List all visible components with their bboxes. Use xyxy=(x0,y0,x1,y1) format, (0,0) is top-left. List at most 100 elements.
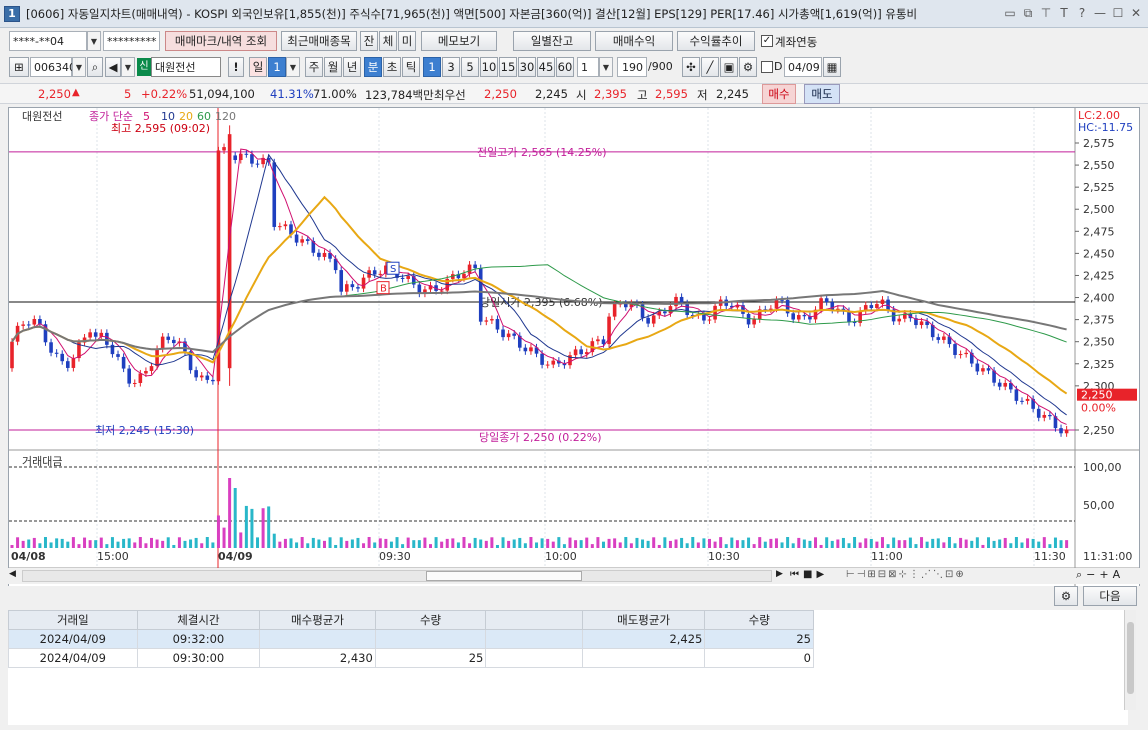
volume-bar xyxy=(897,540,901,548)
minimize-icon[interactable]: — xyxy=(1092,4,1108,22)
period-year-button[interactable]: 년 xyxy=(343,57,361,77)
chart-type-icon[interactable]: ⊞ xyxy=(9,57,29,77)
fill-tab[interactable]: 체 xyxy=(379,31,397,51)
interval-5-button[interactable]: 5 xyxy=(461,57,479,77)
interval-30-button[interactable]: 30 xyxy=(518,57,536,77)
search-icon[interactable]: ⌕ xyxy=(87,57,103,77)
grid-header[interactable] xyxy=(485,610,583,630)
high-label: 고 xyxy=(637,88,648,102)
unfilled-tab[interactable]: 미 xyxy=(398,31,416,51)
grid-header[interactable]: 매도평균가 xyxy=(581,610,706,630)
date-checkbox[interactable] xyxy=(761,61,773,73)
grid-header[interactable]: 수량 xyxy=(374,610,487,630)
account-input[interactable]: ****-**04 xyxy=(9,31,87,51)
volume-bar xyxy=(747,537,751,548)
period-week-button[interactable]: 주 xyxy=(305,57,323,77)
copy-window-icon[interactable]: ⧉ xyxy=(1020,4,1036,22)
layout-icon[interactable]: ▭ xyxy=(1002,4,1018,22)
buy-button[interactable]: 매수 xyxy=(762,84,796,104)
candle-body xyxy=(707,319,712,321)
chart-tools-icon[interactable]: ⊢⊣⊞⊟⊠⊹⋮⋰⋱⊡⊕ xyxy=(846,569,966,580)
price-chart[interactable]: 2,575 2,550 2,525 2,500 2,475 2,450 2,425 2,400… xyxy=(9,108,1139,586)
account-link-checkbox[interactable]: ✓ xyxy=(761,35,773,47)
help-icon[interactable]: ? xyxy=(1074,4,1090,22)
interval-value-input[interactable]: 1 xyxy=(577,57,599,77)
period-second-button[interactable]: 초 xyxy=(383,57,401,77)
stock-name-field[interactable]: 대원전선 xyxy=(151,57,221,77)
interval-15-button[interactable]: 15 xyxy=(499,57,517,77)
period-day-button[interactable]: 일 xyxy=(249,57,267,77)
grid-header[interactable]: 거래일 xyxy=(8,610,138,630)
volume-bar xyxy=(479,539,483,548)
interval-45-button[interactable]: 45 xyxy=(537,57,555,77)
recent-trades-button[interactable]: 최근매매종목 xyxy=(281,31,357,51)
volume-bar xyxy=(947,537,951,548)
grid-settings-icon[interactable]: ⚙ xyxy=(1054,586,1078,606)
candle-body xyxy=(551,360,556,365)
period-month-button[interactable]: 월 xyxy=(324,57,342,77)
sound-dropdown-icon[interactable]: ▼ xyxy=(121,57,135,77)
grid-cell: 09:32:00 xyxy=(136,629,261,649)
daily-balance-button[interactable]: 일별잔고 xyxy=(513,31,591,51)
interval-1-button[interactable]: 1 xyxy=(423,57,441,77)
trade-profit-button[interactable]: 매매수익 xyxy=(595,31,673,51)
grid-header[interactable]: 체결시간 xyxy=(136,610,261,630)
save-icon[interactable]: ▣ xyxy=(720,57,738,77)
table-row[interactable]: 2024/04/09 09:32:00 2,425 25 xyxy=(8,629,814,649)
zoom-icon[interactable]: ⌕−+A xyxy=(1076,568,1124,582)
balance-tab[interactable]: 잔 xyxy=(360,31,378,51)
interval-10-button[interactable]: 10 xyxy=(480,57,498,77)
scroll-right-icon[interactable]: ▶ xyxy=(776,569,783,579)
warning-button[interactable]: ! xyxy=(228,57,244,77)
draw-tool-icon[interactable]: ╱ xyxy=(701,57,719,77)
period-day-count[interactable]: 1 xyxy=(268,57,286,77)
interval-3-button[interactable]: 3 xyxy=(442,57,460,77)
calendar-icon[interactable]: ▦ xyxy=(823,57,841,77)
grid-scrollbar-thumb[interactable] xyxy=(1127,622,1134,694)
x-axis-label: 10:00 xyxy=(545,550,577,563)
interval-60-button[interactable]: 60 xyxy=(556,57,574,77)
volume-bar xyxy=(814,537,818,548)
legend-stock-name: 대원전선 xyxy=(22,110,62,123)
volume-bar xyxy=(222,527,226,548)
sell-button[interactable]: 매도 xyxy=(804,84,840,104)
candle-body xyxy=(339,270,344,292)
gear-icon[interactable]: ⚙ xyxy=(739,57,757,77)
stock-code-dropdown-icon[interactable]: ▼ xyxy=(72,57,86,77)
grid-header[interactable]: 매수평균가 xyxy=(259,610,376,630)
table-row[interactable]: 2024/04/09 09:30:00 2,430 25 0 xyxy=(8,648,814,668)
password-input[interactable]: ********* xyxy=(103,31,160,51)
pin-icon[interactable]: ⊤ xyxy=(1038,4,1054,22)
count-input[interactable]: 190 xyxy=(617,57,647,77)
period-day-dropdown-icon[interactable]: ▼ xyxy=(286,57,300,77)
font-icon[interactable]: T xyxy=(1056,4,1072,22)
return-trend-button[interactable]: 수익률추이 xyxy=(677,31,755,51)
volume-bar xyxy=(233,488,237,548)
candle-body xyxy=(211,379,215,382)
grid-scrollbar[interactable] xyxy=(1124,610,1136,710)
grid-header[interactable]: 수량 xyxy=(704,610,814,630)
chart-area[interactable]: 2,575 2,550 2,525 2,500 2,475 2,450 2,425 2,400… xyxy=(8,107,1140,587)
playback-controls[interactable]: ⏮■▶ xyxy=(790,569,828,580)
scroll-left-icon[interactable]: ◀ xyxy=(9,569,21,583)
account-dropdown-icon[interactable]: ▼ xyxy=(87,31,101,51)
trade-mark-query-button[interactable]: 매매마크/내역 조회 xyxy=(165,31,277,51)
interval-dropdown-icon[interactable]: ▼ xyxy=(599,57,613,77)
volume-bar xyxy=(1009,543,1013,548)
crosshair-icon[interactable]: ✣ xyxy=(682,57,700,77)
period-minute-button[interactable]: 분 xyxy=(364,57,382,77)
chart-scrollbar-thumb[interactable] xyxy=(426,571,582,581)
maximize-icon[interactable]: ☐ xyxy=(1110,4,1126,22)
volume-bar xyxy=(975,537,979,548)
memo-button[interactable]: 메모보기 xyxy=(421,31,497,51)
close-icon[interactable]: ✕ xyxy=(1128,4,1144,22)
sound-icon[interactable]: ◀ xyxy=(105,57,121,77)
stock-code-input[interactable]: 006340 xyxy=(30,57,76,77)
chart-scrollbar-track[interactable] xyxy=(22,570,772,582)
candle-body xyxy=(1014,389,1019,401)
period-tick-button[interactable]: 틱 xyxy=(402,57,420,77)
next-button[interactable]: 다음 xyxy=(1083,586,1137,606)
volume-bar xyxy=(384,538,388,548)
volume-bar xyxy=(635,537,639,548)
date-input[interactable]: 04/09 xyxy=(784,57,822,77)
